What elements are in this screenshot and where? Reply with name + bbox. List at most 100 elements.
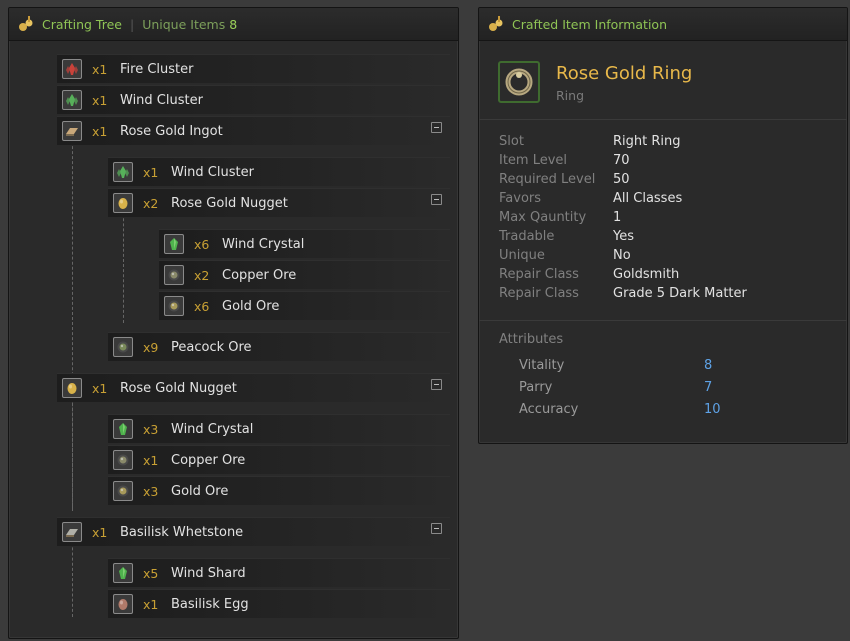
item-quantity: x1 [92, 123, 108, 139]
wind-shard-icon [113, 563, 133, 583]
property-row: Repair Class Grade 5 Dark Matter [499, 284, 747, 303]
item-summary: Rose Gold Ring Ring [479, 41, 847, 120]
tree-row[interactable]: x3 Gold Ore [108, 476, 450, 505]
unique-items-count: 8 [229, 16, 238, 32]
crafting-icon [19, 16, 33, 31]
property-row: Slot Right Ring [499, 132, 747, 151]
attribute-row: Vitality 8 [519, 354, 721, 376]
item-quantity: x1 [92, 92, 108, 108]
ore-icon [113, 450, 133, 470]
property-value: Goldsmith [613, 267, 680, 282]
item-quantity: x1 [92, 524, 108, 540]
crafting-tree-header: Crafting Tree | Unique Items 8 [9, 8, 458, 41]
item-properties: Slot Right Ring Item Level 70 Required Level… [499, 132, 747, 303]
tree-row[interactable]: x6 Wind Crystal [159, 229, 450, 258]
item-quantity: x1 [143, 596, 159, 612]
item-attributes: Vitality 8 Parry 7 Accuracy 10 [519, 354, 721, 420]
tree-row[interactable]: x1 Basilisk Egg [108, 589, 450, 618]
property-label: Repair Class [499, 286, 579, 301]
property-value: 1 [613, 210, 622, 225]
item-name[interactable]: Rose Gold Nugget [171, 196, 288, 211]
collapse-toggle-icon[interactable] [431, 523, 442, 534]
tree-row[interactable]: x1 Wind Cluster [57, 85, 450, 114]
item-name[interactable]: Rose Gold Nugget [120, 381, 237, 396]
property-value: Right Ring [613, 134, 681, 149]
section-divider [479, 320, 847, 321]
item-name[interactable]: Copper Ore [222, 268, 296, 283]
property-label: Tradable [499, 229, 555, 244]
wind-crystal-icon [164, 234, 184, 254]
attribute-label: Parry [519, 379, 553, 395]
property-row: Required Level 50 [499, 170, 747, 189]
item-name[interactable]: Gold Ore [171, 484, 228, 499]
item-quantity: x1 [143, 164, 159, 180]
item-quantity: x3 [143, 483, 159, 499]
wind-cluster-icon [113, 162, 133, 182]
ore-icon [164, 296, 184, 316]
item-name[interactable]: Wind Shard [171, 566, 246, 581]
nugget-icon [113, 193, 133, 213]
tree-row[interactable]: x6 Gold Ore [159, 291, 450, 320]
property-row: Favors All Classes [499, 189, 747, 208]
tree-row[interactable]: x1 Basilisk Whetstone [57, 517, 450, 546]
attribute-value: 8 [704, 357, 713, 373]
item-name[interactable]: Rose Gold Ingot [120, 124, 223, 139]
crafting-tree-panel: Crafting Tree | Unique Items 8 x1 Fire Cl… [8, 7, 459, 639]
ore-icon [113, 481, 133, 501]
property-row: Item Level 70 [499, 151, 747, 170]
item-name[interactable]: Basilisk Egg [171, 597, 249, 612]
collapse-toggle-icon[interactable] [431, 379, 442, 390]
collapse-toggle-icon[interactable] [431, 122, 442, 133]
egg-icon [113, 594, 133, 614]
item-quantity: x5 [143, 565, 159, 581]
item-name[interactable]: Peacock Ore [171, 340, 252, 355]
attribute-value: 10 [704, 401, 721, 417]
property-row: Unique No [499, 246, 747, 265]
tree-row[interactable]: x1 Wind Cluster [108, 157, 450, 186]
attribute-label: Vitality [519, 357, 565, 373]
item-type: Ring [556, 88, 585, 103]
property-label: Required Level [499, 172, 596, 187]
ore-icon [164, 265, 184, 285]
crafting-icon [489, 16, 503, 31]
item-quantity: x1 [143, 452, 159, 468]
property-value: No [613, 248, 631, 263]
item-info-header: Crafted Item Information [479, 8, 847, 41]
property-label: Favors [499, 191, 542, 206]
tree-row[interactable]: x9 Peacock Ore [108, 332, 450, 361]
tree-row[interactable]: x3 Wind Crystal [108, 414, 450, 443]
tree-row[interactable]: x2 Rose Gold Nugget [108, 188, 450, 217]
item-name[interactable]: Wind Crystal [222, 237, 304, 252]
wind-cluster-icon [62, 90, 82, 110]
ore-icon [113, 337, 133, 357]
tree-row[interactable]: x1 Copper Ore [108, 445, 450, 474]
tree-row[interactable]: x5 Wind Shard [108, 558, 450, 587]
item-quantity: x6 [194, 298, 210, 314]
whetstone-icon [62, 522, 82, 542]
property-label: Repair Class [499, 267, 579, 282]
property-row: Tradable Yes [499, 227, 747, 246]
tree-row[interactable]: x1 Rose Gold Ingot [57, 116, 450, 145]
tree-row[interactable]: x1 Fire Cluster [57, 54, 450, 83]
item-name[interactable]: Basilisk Whetstone [120, 525, 243, 540]
attribute-row: Parry 7 [519, 376, 721, 398]
nugget-icon [62, 378, 82, 398]
item-name[interactable]: Wind Crystal [171, 422, 253, 437]
tree-row[interactable]: x1 Rose Gold Nugget [57, 373, 450, 402]
item-quantity: x3 [143, 421, 159, 437]
property-value: Yes [613, 229, 634, 244]
fire-cluster-icon [62, 59, 82, 79]
item-name[interactable]: Wind Cluster [120, 93, 203, 108]
item-quantity: x1 [92, 380, 108, 396]
tree-row[interactable]: x2 Copper Ore [159, 260, 450, 289]
item-name[interactable]: Copper Ore [171, 453, 245, 468]
ring-icon [498, 61, 540, 103]
item-name[interactable]: Wind Cluster [171, 165, 254, 180]
item-name[interactable]: Gold Ore [222, 299, 279, 314]
wind-crystal-icon [113, 419, 133, 439]
property-row: Repair Class Goldsmith [499, 265, 747, 284]
item-name[interactable]: Fire Cluster [120, 62, 193, 77]
collapse-toggle-icon[interactable] [431, 194, 442, 205]
item-info-panel: Crafted Item Information Rose Gold Ring … [478, 7, 848, 444]
property-row: Max Qauntity 1 [499, 208, 747, 227]
